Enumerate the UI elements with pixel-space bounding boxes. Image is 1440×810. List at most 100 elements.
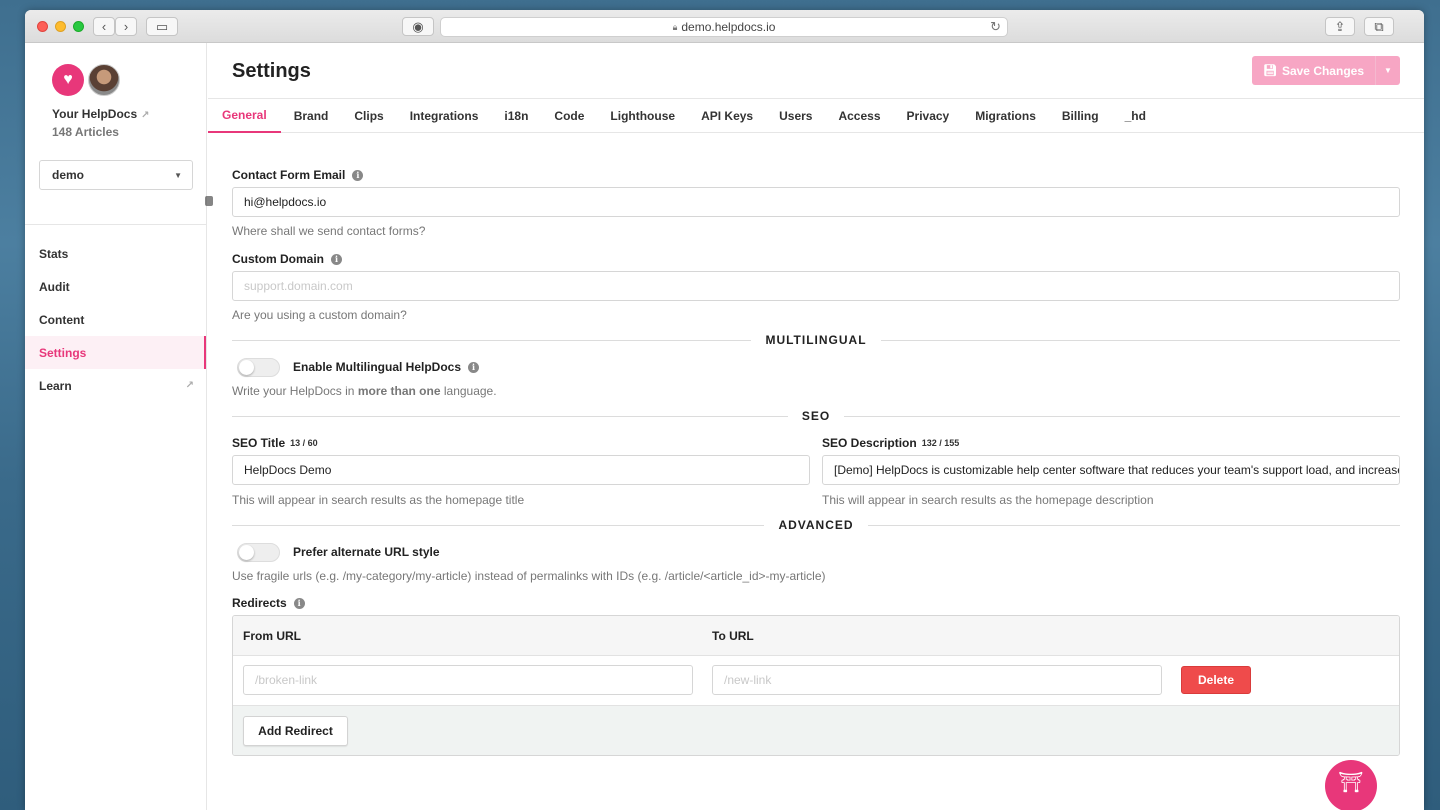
- lock-icon: 🔒︎: [672, 21, 678, 32]
- multilingual-heading-text: MULTILINGUAL: [765, 333, 867, 347]
- help-launcher-icon[interactable]: ⛩︎: [1325, 760, 1377, 810]
- redirects-label-text: Redirects: [232, 596, 287, 610]
- tab-access[interactable]: Access: [825, 99, 893, 133]
- url-text: demo.helpdocs.io: [681, 20, 776, 34]
- contact-email-input[interactable]: hi@helpdocs.io: [232, 187, 1400, 217]
- info-icon[interactable]: i: [352, 169, 364, 181]
- multilingual-help-prefix: Write your HelpDocs in: [232, 384, 358, 398]
- sidebar-item-audit[interactable]: Audit: [25, 270, 206, 303]
- seo-description-label-text: SEO Description: [822, 436, 917, 450]
- contact-email-label-text: Contact Form Email: [232, 168, 346, 182]
- add-redirect-button[interactable]: Add Redirect: [243, 716, 348, 746]
- seo-description-input[interactable]: [Demo] HelpDocs is customizable help cen…: [822, 455, 1400, 485]
- sidebar-item-stats[interactable]: Stats: [25, 237, 206, 270]
- url-style-toggle-label: Prefer alternate URL style: [293, 545, 440, 559]
- sidebar: ♥ Your HelpDocs ↗ 148 Articles demo ▼ Sta…: [25, 43, 207, 810]
- seo-section-heading: SEO: [232, 408, 1400, 424]
- info-icon[interactable]: i: [293, 597, 305, 609]
- external-link-icon: ↗: [185, 380, 194, 391]
- forward-icon[interactable]: ›: [115, 17, 137, 36]
- share-icon[interactable]: ⇪: [1325, 17, 1355, 36]
- tab-migrations[interactable]: Migrations: [962, 99, 1049, 133]
- avatar[interactable]: [88, 64, 120, 96]
- sidebar-item-label: Audit: [39, 279, 70, 294]
- browser-window: ‹ › ▭ ◉ 🔒︎ demo.helpdocs.io ↻ ⇪ ⧉ ♥ Your…: [25, 10, 1424, 810]
- site-select-value: demo: [52, 168, 85, 182]
- from-url-input[interactable]: /broken-link: [243, 665, 693, 695]
- floppy-icon: 💾︎: [1262, 65, 1277, 77]
- save-options-dropdown-icon[interactable]: ▼: [1376, 66, 1400, 75]
- sidebar-item-settings[interactable]: Settings: [25, 336, 206, 369]
- tab-integrations[interactable]: Integrations: [397, 99, 492, 133]
- seo-description-help: This will appear in search results as th…: [822, 493, 1154, 507]
- close-window-button[interactable]: [37, 21, 48, 32]
- tab-i18n[interactable]: i18n: [491, 99, 541, 133]
- tab-clips[interactable]: Clips: [341, 99, 396, 133]
- seo-title-help: This will appear in search results as th…: [232, 493, 525, 507]
- redirects-label: Redirects i: [232, 596, 305, 610]
- helpdocs-logo-icon[interactable]: ♥: [52, 64, 84, 96]
- seo-description-counter: 132 / 155: [921, 438, 960, 448]
- redirects-table-header: From URL To URL: [233, 616, 1399, 656]
- url-style-toggle[interactable]: [237, 543, 280, 562]
- info-icon[interactable]: i: [468, 361, 480, 373]
- tabs-overview-icon[interactable]: ⧉: [1364, 17, 1394, 36]
- sidebar-item-label: Content: [39, 312, 85, 327]
- tab-code[interactable]: Code: [541, 99, 597, 133]
- seo-description-label: SEO Description 132 / 155: [822, 436, 959, 450]
- tab-brand[interactable]: Brand: [281, 99, 342, 133]
- sidebar-divider: [25, 224, 206, 225]
- sidebar-nav: Stats Audit Content Settings Learn ↗: [25, 237, 206, 402]
- multilingual-toggle[interactable]: [237, 358, 280, 377]
- custom-domain-label-text: Custom Domain: [232, 252, 325, 266]
- seo-title-label: SEO Title 13 / 60: [232, 436, 318, 450]
- to-url-header: To URL: [712, 629, 754, 643]
- reload-icon[interactable]: ↻: [990, 19, 1001, 35]
- back-icon[interactable]: ‹: [93, 17, 115, 36]
- address-bar[interactable]: 🔒︎ demo.helpdocs.io ↻: [440, 17, 1008, 37]
- sidebar-item-label: Learn: [39, 378, 72, 393]
- from-url-header: From URL: [243, 629, 301, 643]
- tab-lighthouse[interactable]: Lighthouse: [597, 99, 688, 133]
- save-changes-label: Save Changes: [1281, 63, 1364, 78]
- info-icon[interactable]: i: [331, 253, 343, 265]
- redirects-table: From URL To URL /broken-link /new-link D…: [232, 615, 1400, 756]
- tab-billing[interactable]: Billing: [1049, 99, 1112, 133]
- custom-domain-input[interactable]: support.domain.com: [232, 271, 1400, 301]
- to-url-input[interactable]: /new-link: [712, 665, 1162, 695]
- sidebar-item-learn[interactable]: Learn ↗: [25, 369, 206, 402]
- tab-hd[interactable]: _hd: [1112, 99, 1159, 133]
- minimize-window-button[interactable]: [55, 21, 66, 32]
- password-icon[interactable]: ◉: [402, 17, 434, 36]
- url-style-help: Use fragile urls (e.g. /my-category/my-a…: [232, 569, 826, 583]
- page-title: Settings: [232, 60, 311, 82]
- site-select[interactable]: demo ▼: [39, 160, 193, 190]
- save-changes-main[interactable]: 💾︎ Save Changes: [1252, 56, 1376, 85]
- custom-domain-label: Custom Domain i: [232, 252, 343, 266]
- save-changes-button[interactable]: 💾︎ Save Changes ▼: [1252, 56, 1400, 85]
- contact-email-label: Contact Form Email i: [232, 168, 364, 182]
- multilingual-help-bold: more than one: [357, 384, 441, 398]
- seo-title-label-text: SEO Title: [232, 436, 286, 450]
- multilingual-help-suffix: language.: [440, 384, 497, 398]
- article-count: 148 Articles: [52, 125, 119, 139]
- browser-toolbar: ‹ › ▭ ◉ 🔒︎ demo.helpdocs.io ↻ ⇪ ⧉: [25, 10, 1424, 43]
- multilingual-section-heading: MULTILINGUAL: [232, 332, 1400, 348]
- org-name[interactable]: Your HelpDocs ↗: [52, 107, 150, 121]
- redirects-table-footer: Add Redirect: [233, 706, 1399, 755]
- tab-privacy[interactable]: Privacy: [894, 99, 963, 133]
- tab-general[interactable]: General: [208, 99, 281, 133]
- zoom-window-button[interactable]: [73, 21, 84, 32]
- sidebar-toggle-icon[interactable]: ▭: [146, 17, 178, 36]
- tab-api-keys[interactable]: API Keys: [688, 99, 766, 133]
- external-link-icon: ↗: [141, 110, 150, 121]
- custom-domain-help: Are you using a custom domain?: [232, 308, 407, 322]
- seo-title-input[interactable]: HelpDocs Demo: [232, 455, 810, 485]
- multilingual-help: Write your HelpDocs in more than one lan…: [232, 384, 497, 398]
- main-panel: Settings 💾︎ Save Changes ▼ General Brand…: [208, 43, 1424, 810]
- multilingual-toggle-label: Enable Multilingual HelpDocs i: [293, 360, 480, 374]
- sidebar-item-content[interactable]: Content: [25, 303, 206, 336]
- sidebar-item-label: Settings: [39, 345, 87, 360]
- delete-redirect-button[interactable]: Delete: [1181, 666, 1251, 694]
- tab-users[interactable]: Users: [766, 99, 825, 133]
